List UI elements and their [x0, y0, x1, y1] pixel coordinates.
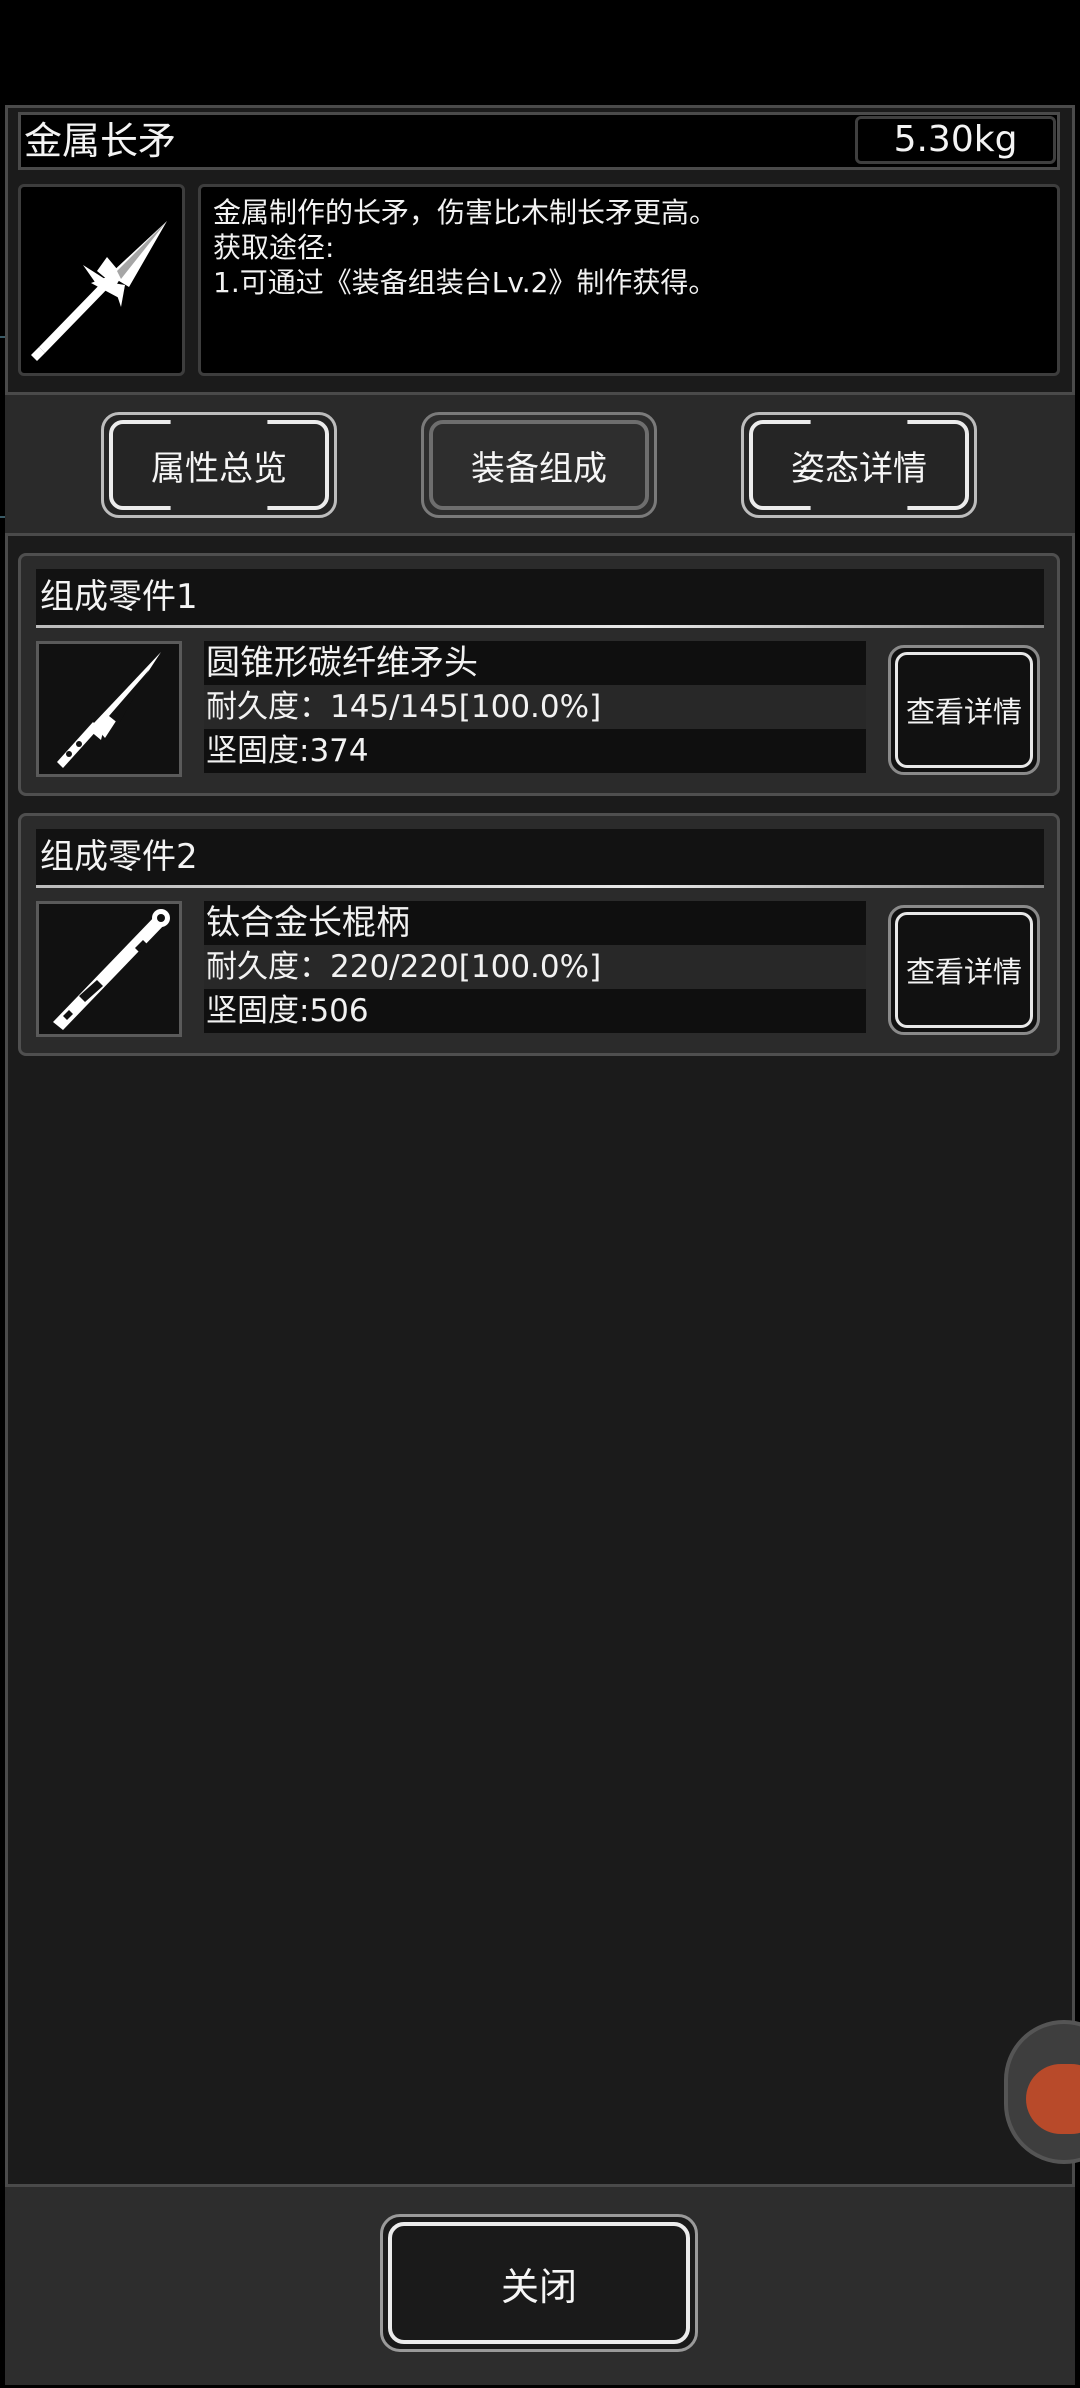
component-firmness: 坚固度:374	[204, 729, 866, 773]
component-name: 圆锥形碳纤维矛头	[204, 641, 866, 685]
button-label: 查看详情	[905, 955, 1022, 989]
status-bar	[0, 0, 1080, 91]
component-durability: 耐久度：220/220[100.0%]	[204, 945, 866, 989]
description-line: 获取途径:	[213, 231, 335, 264]
description-line: 1.可通过《装备组装台Lv.2》制作获得。	[213, 266, 717, 299]
divider	[36, 625, 1044, 628]
component-info: 钛合金长棍柄 耐久度：220/220[100.0%] 坚固度:506	[204, 901, 866, 1033]
component-info: 圆锥形碳纤维矛头 耐久度：145/145[100.0%] 坚固度:374	[204, 641, 866, 773]
tab-label: 属性总览	[151, 448, 287, 489]
item-title: 金属长矛	[24, 119, 177, 163]
divider	[36, 885, 1044, 888]
description-line: 金属制作的长矛，伤害比木制长矛更高。	[213, 196, 718, 229]
view-details-button[interactable]: 查看详情	[888, 645, 1040, 775]
tab-attribute-overview[interactable]: 属性总览	[101, 412, 337, 518]
component-title: 组成零件2	[36, 829, 1044, 885]
spear-icon	[31, 221, 167, 361]
item-weight: 5.30kg	[855, 116, 1056, 164]
item-description: 金属制作的长矛，伤害比木制长矛更高。 获取途径: 1.可通过《装备组装台Lv.2…	[198, 184, 1060, 376]
tab-equipment-composition[interactable]: 装备组成	[421, 412, 657, 518]
component-durability: 耐久度：145/145[100.0%]	[204, 685, 866, 729]
close-button[interactable]: 关闭	[380, 2214, 698, 2352]
component-name: 钛合金长棍柄	[204, 901, 866, 945]
spearhead-icon	[57, 652, 161, 768]
tab-label: 装备组成	[471, 448, 607, 489]
component-title: 组成零件1	[36, 569, 1044, 625]
staff-handle-icon	[53, 909, 170, 1030]
assistant-icon	[1026, 2064, 1080, 2134]
item-icon-frame	[18, 184, 185, 376]
close-label: 关闭	[500, 2264, 577, 2309]
view-details-button[interactable]: 查看详情	[888, 905, 1040, 1035]
component-firmness: 坚固度:506	[204, 989, 866, 1033]
button-label: 查看详情	[905, 695, 1022, 729]
tab-label: 姿态详情	[791, 448, 927, 489]
component-icon-frame	[36, 901, 182, 1037]
tab-stance-details[interactable]: 姿态详情	[741, 412, 977, 518]
component-icon-frame	[36, 641, 182, 777]
